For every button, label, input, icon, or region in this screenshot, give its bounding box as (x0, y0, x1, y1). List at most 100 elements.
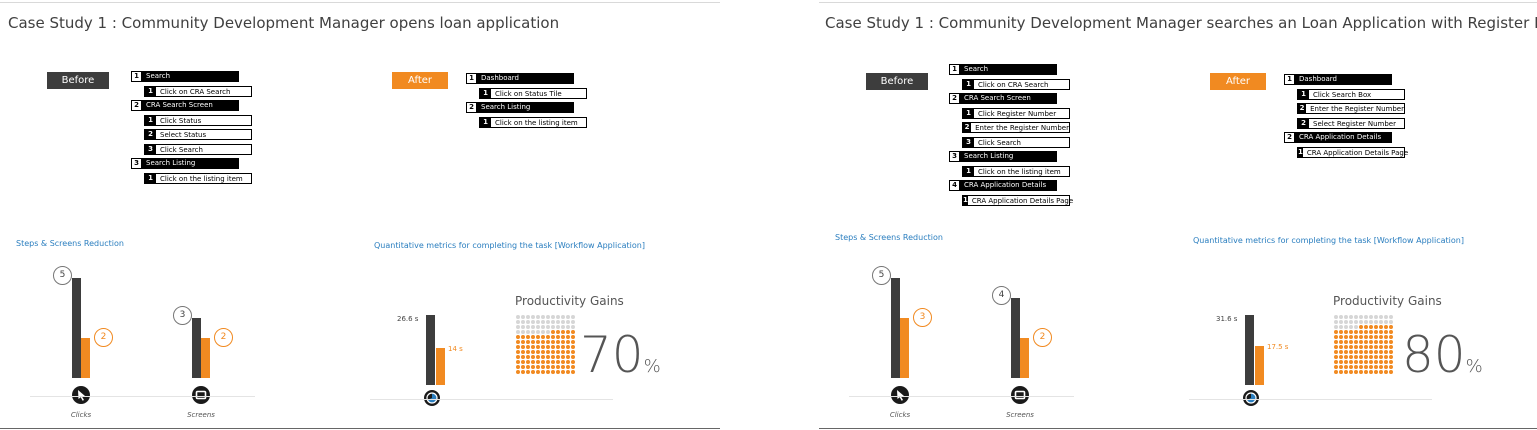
sub-step-label: Click on the listing item (160, 174, 243, 183)
sub-step: 1 Click on the listing item (962, 165, 1070, 177)
productivity-dot (1374, 340, 1378, 344)
productivity-dot (556, 350, 560, 354)
productivity-dot (1374, 320, 1378, 324)
productivity-dot (541, 360, 545, 364)
sub-step-number: 2 (1298, 104, 1307, 113)
productivity-dot (566, 325, 570, 329)
productivity-dot (1364, 330, 1368, 334)
productivity-dot (1359, 365, 1363, 369)
step-header: 2 CRA Search Screen (949, 93, 1057, 104)
productivity-dot (1349, 330, 1353, 334)
sub-step-label: Click on CRA Search (160, 87, 231, 96)
productivity-dot (566, 345, 570, 349)
productivity-dot (1344, 365, 1348, 369)
productivity-dot (1359, 340, 1363, 344)
productivity-dot (1384, 370, 1388, 374)
productivity-dot (561, 330, 565, 334)
productivity-dot (546, 325, 550, 329)
productivity-dot (566, 315, 570, 319)
before-tag: Before (866, 73, 928, 90)
productivity-dot (1354, 335, 1358, 339)
productivity-dot (1364, 365, 1368, 369)
productivity-dot (1339, 325, 1343, 329)
productivity-dot (571, 330, 575, 334)
productivity-dot (1364, 350, 1368, 354)
productivity-dot (566, 350, 570, 354)
productivity-dot-grid (1334, 315, 1393, 374)
productivity-dot (1369, 315, 1373, 319)
step-header: 1 Dashboard (1284, 74, 1392, 85)
productivity-dot (1384, 340, 1388, 344)
productivity-dot (1349, 370, 1353, 374)
productivity-dot (1364, 315, 1368, 319)
productivity-dot (521, 355, 525, 359)
productivity-dot (516, 360, 520, 364)
productivity-dot (1359, 360, 1363, 364)
productivity-dot (516, 330, 520, 334)
screens-before-bar (1011, 298, 1020, 378)
productivity-value: 80% (1402, 330, 1483, 392)
productivity-dot (571, 315, 575, 319)
productivity-dot (1359, 350, 1363, 354)
productivity-dot (536, 335, 540, 339)
productivity-dot (561, 345, 565, 349)
productivity-dot (566, 340, 570, 344)
productivity-dot (536, 345, 540, 349)
productivity-dot (1354, 320, 1358, 324)
productivity-dot (531, 350, 535, 354)
screens-caption: Screens (187, 411, 215, 419)
divider (0, 428, 720, 429)
screens-before-count: 3 (173, 306, 192, 325)
productivity-dot (1389, 370, 1393, 374)
time-after-bar (1255, 346, 1264, 385)
productivity-dot (561, 340, 565, 344)
step-label: Search (964, 65, 989, 73)
time-before-label: 31.6 s (1216, 315, 1238, 323)
step-label: Dashboard (1299, 75, 1337, 83)
screens-after-count: 2 (214, 328, 233, 347)
cursor-icon (891, 386, 909, 404)
productivity-dot (1384, 355, 1388, 359)
step-header: 1 Search (949, 64, 1057, 75)
productivity-dot (1349, 340, 1353, 344)
productivity-dot (1374, 350, 1378, 354)
productivity-dot (526, 350, 530, 354)
productivity-dot (1334, 335, 1338, 339)
productivity-dot (526, 315, 530, 319)
productivity-dot (531, 340, 535, 344)
sub-step: 2 Enter the Register Number (962, 122, 1070, 133)
productivity-dot (1339, 320, 1343, 324)
productivity-dot (1344, 315, 1348, 319)
productivity-dot (556, 355, 560, 359)
productivity-dot (541, 315, 545, 319)
productivity-dot (1369, 365, 1373, 369)
productivity-dot (561, 315, 565, 319)
sub-step-number: 1 (145, 173, 156, 183)
productivity-dot (556, 365, 560, 369)
step-header: 3 Search Listing (131, 158, 239, 169)
step-label: Search Listing (964, 152, 1014, 160)
productivity-dot (546, 320, 550, 324)
sub-step: 1 Click on Status Tile (479, 87, 587, 99)
after-tag: After (1210, 73, 1266, 90)
productivity-dot (1354, 315, 1358, 319)
productivity-dot (1379, 315, 1383, 319)
productivity-dot (561, 320, 565, 324)
sub-step-label: Click Search (978, 138, 1021, 147)
productivity-dot (516, 350, 520, 354)
productivity-dot (561, 350, 565, 354)
productivity-dot (1389, 315, 1393, 319)
productivity-dot (1369, 325, 1373, 329)
productivity-dot (1389, 360, 1393, 364)
metrics-title: Quantitative metrics for completing the … (1193, 236, 1464, 245)
productivity-dot (551, 360, 555, 364)
productivity-unit: % (643, 356, 661, 377)
productivity-dot (546, 350, 550, 354)
productivity-dot (546, 355, 550, 359)
productivity-dot (531, 335, 535, 339)
clicks-after-bar (81, 338, 90, 378)
step-label: CRA Application Details (964, 181, 1047, 189)
productivity-dot (1359, 355, 1363, 359)
productivity-dot (551, 335, 555, 339)
productivity-dot (1384, 360, 1388, 364)
